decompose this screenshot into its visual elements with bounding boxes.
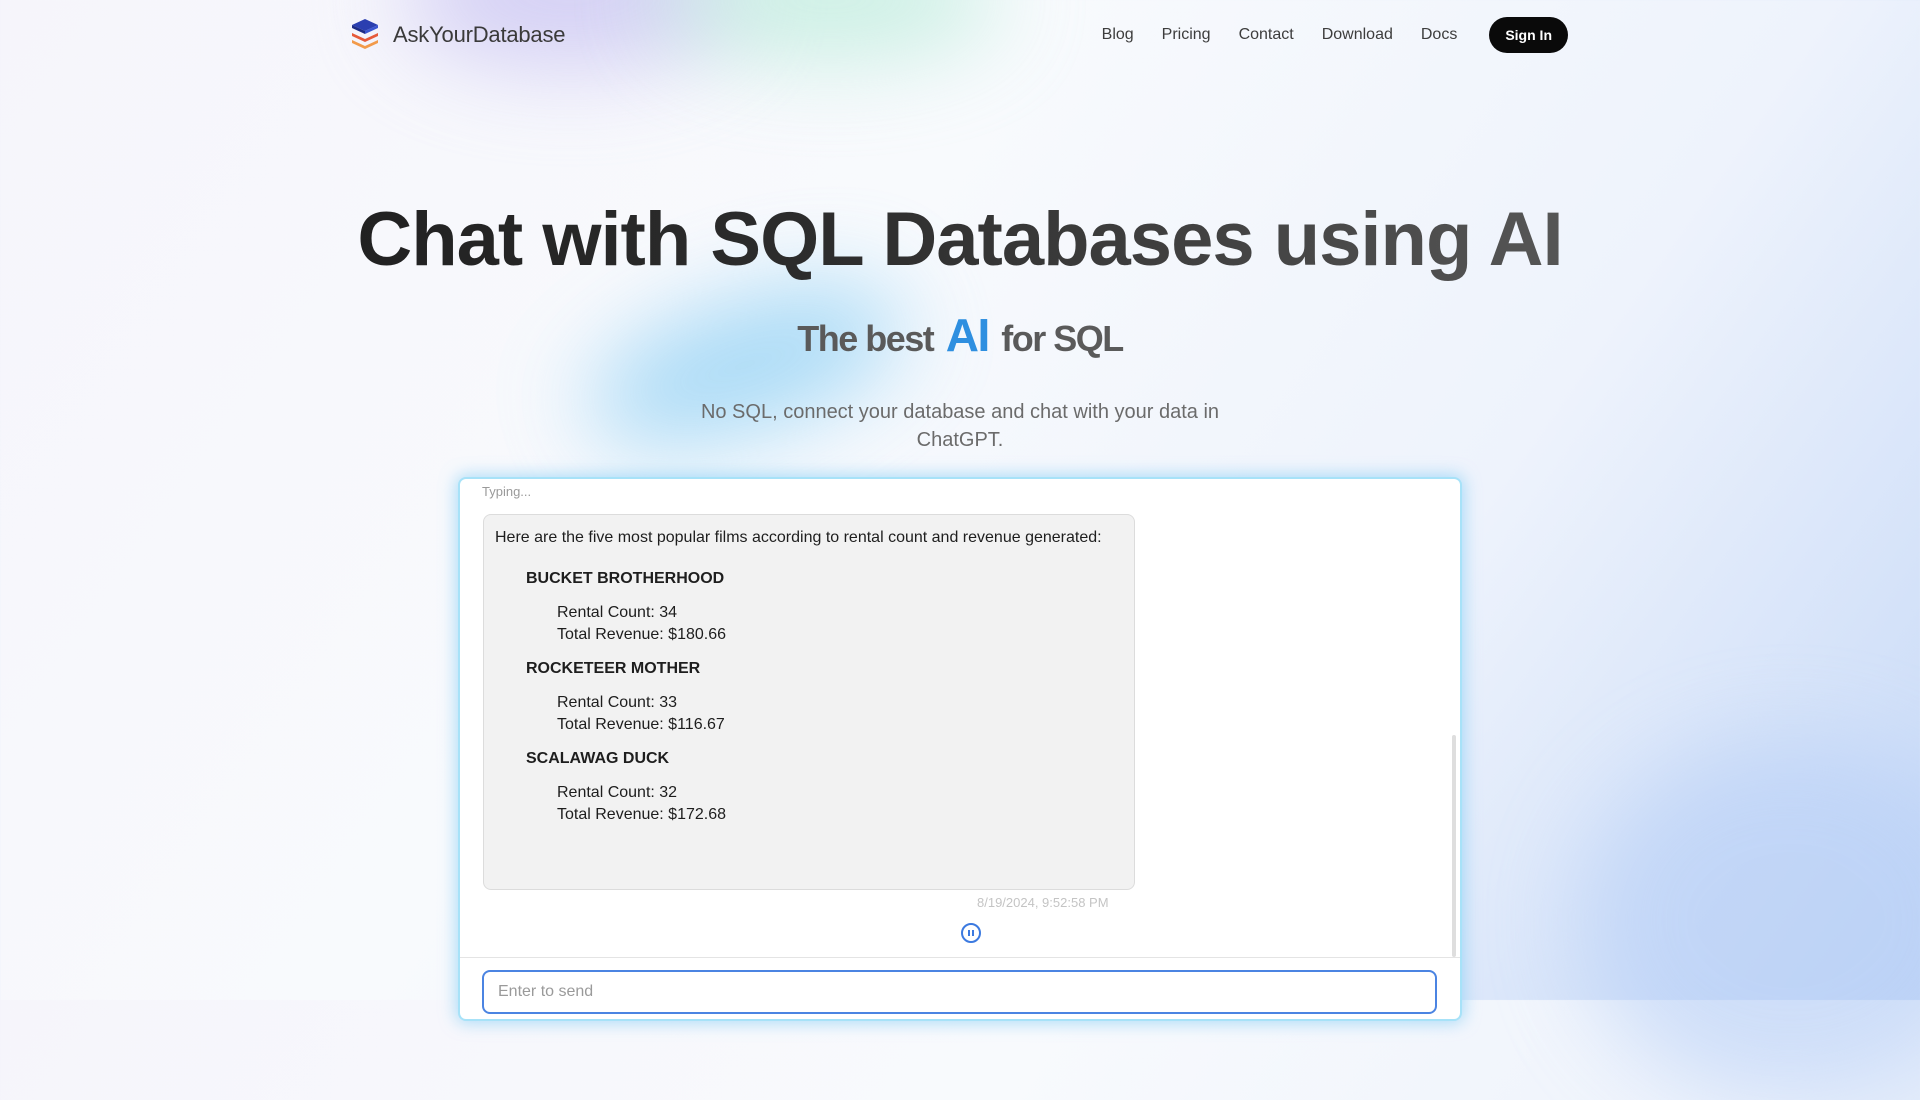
subtitle-before: The best <box>797 318 935 359</box>
chat-input[interactable] <box>482 970 1437 1014</box>
film-rental-count: Rental Count: 32 <box>557 784 678 801</box>
hero-subtitle: The best AI for SQL <box>0 308 1920 362</box>
film-name: ROCKETEER MOTHER <box>526 660 701 677</box>
subtitle-highlight: AI <box>945 309 991 361</box>
typing-indicator: Typing... <box>482 484 532 499</box>
nav-link-blog[interactable]: Blog <box>1102 26 1134 44</box>
nav-link-contact[interactable]: Contact <box>1239 26 1294 44</box>
chat-divider <box>460 957 1460 958</box>
film-total-revenue: Total Revenue: $172.68 <box>557 806 727 823</box>
nav-link-pricing[interactable]: Pricing <box>1162 26 1211 44</box>
film-name: SCALAWAG DUCK <box>526 750 670 767</box>
chat-scrollbar[interactable] <box>1452 735 1456 957</box>
sign-in-button[interactable]: Sign In <box>1489 17 1568 53</box>
nav-link-download[interactable]: Download <box>1322 26 1393 44</box>
hero-title: Chat with SQL Databases using AI <box>0 196 1920 283</box>
background-blob <box>1580 740 1920 1100</box>
film-total-revenue: Total Revenue: $180.66 <box>557 626 727 643</box>
brand-name: AskYourDatabase <box>393 22 566 47</box>
brand-link[interactable]: AskYourDatabase <box>350 18 566 52</box>
assistant-message-bubble: Here are the five most popular films acc… <box>483 514 1135 890</box>
film-name: BUCKET BROTHERHOOD <box>526 570 725 587</box>
message-timestamp: 8/19/2024, 9:52:58 PM <box>977 895 1109 910</box>
navbar: AskYourDatabase Blog Pricing Contact Dow… <box>350 15 1568 55</box>
subtitle-after: for SQL <box>1001 318 1124 359</box>
film-rental-count: Rental Count: 33 <box>557 694 678 711</box>
pause-circle-icon[interactable] <box>961 923 981 943</box>
nav-links: Blog Pricing Contact Download Docs Sign … <box>1074 17 1568 53</box>
message-intro: Here are the five most popular films acc… <box>495 529 1102 546</box>
nav-link-docs[interactable]: Docs <box>1421 26 1457 44</box>
chat-panel: Typing... Here are the five most popular… <box>460 479 1460 1019</box>
film-rental-count: Rental Count: 34 <box>557 604 678 621</box>
layered-stack-icon <box>352 19 378 49</box>
film-total-revenue: Total Revenue: $116.67 <box>557 716 725 733</box>
hero-description: No SQL, connect your database and chat w… <box>700 401 1220 451</box>
